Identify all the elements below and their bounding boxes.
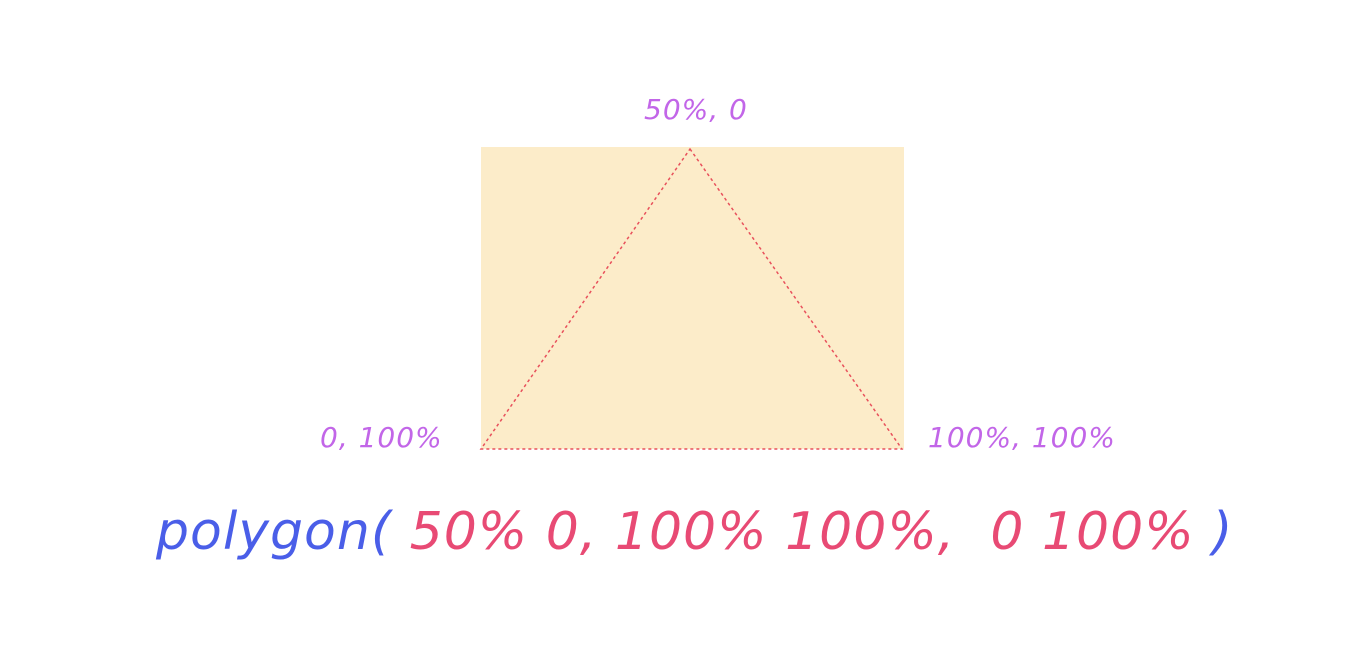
element-box [481, 147, 904, 449]
vertex-label-bottom-right: 100%, 100% [928, 421, 1116, 454]
formula-arguments: 50% 0, 100% 100%, 0 100% [392, 502, 1213, 562]
formula-function: polygon( [156, 502, 393, 562]
formula-close-paren: ) [1212, 502, 1234, 562]
vertex-label-top: 50%, 0 [644, 93, 748, 126]
vertex-label-bottom-left: 0, 100% [320, 421, 443, 454]
polygon-formula: polygon( 50% 0, 100% 100%, 0 100% ) [156, 506, 1233, 558]
